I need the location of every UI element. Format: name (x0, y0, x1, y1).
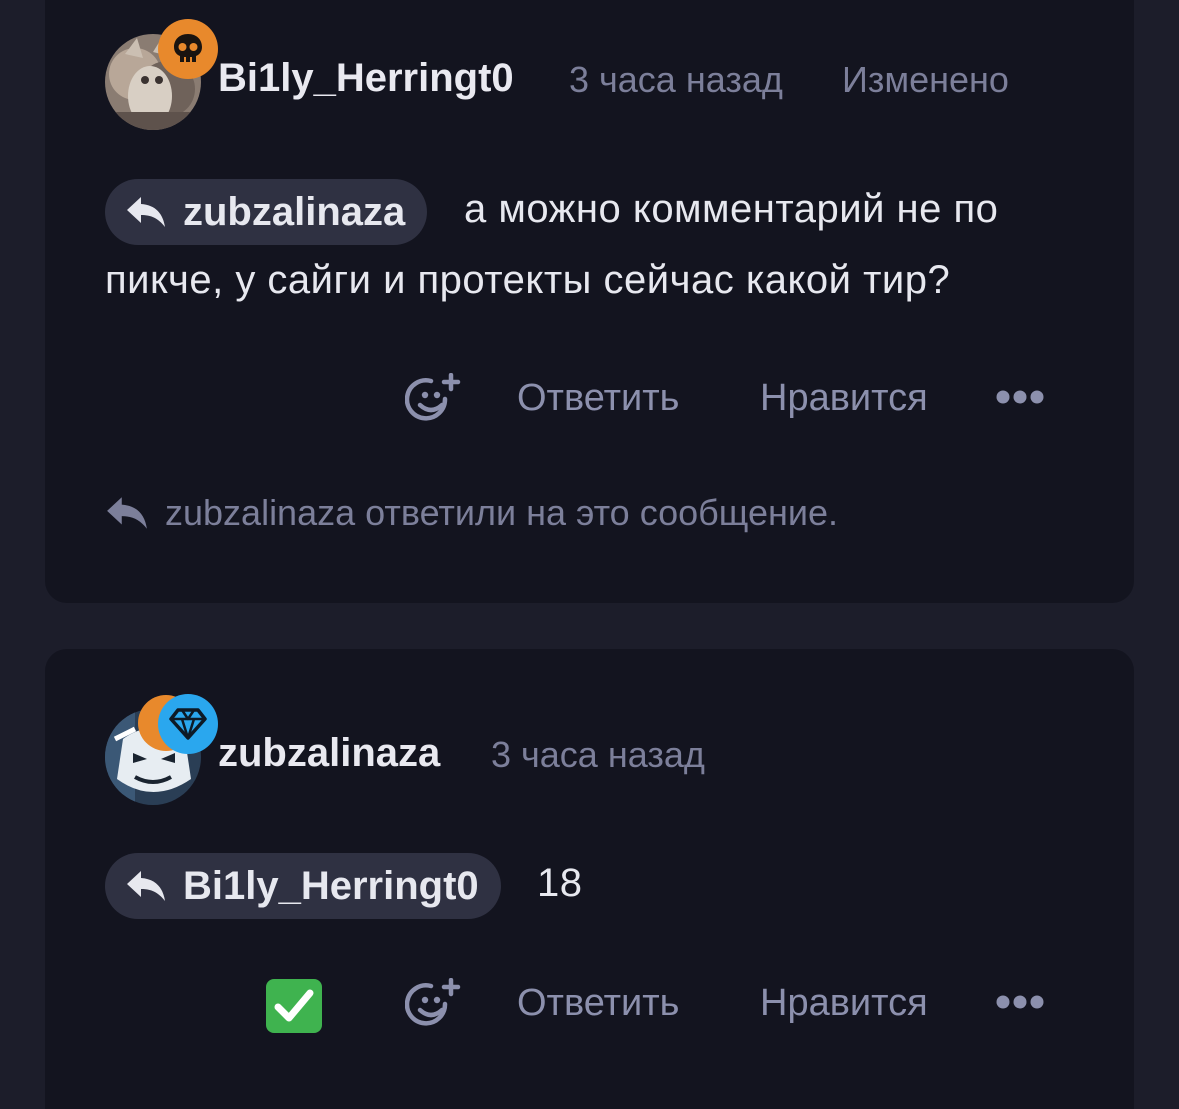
edited-label: Изменено (842, 59, 1009, 100)
reply-arrow-icon (127, 871, 165, 901)
like-button[interactable]: Нравится (760, 982, 928, 1025)
more-dots-icon[interactable] (996, 994, 1044, 1015)
more-dots-icon[interactable] (996, 389, 1044, 410)
comment-text-line: пикче, у сайги и протекты сейчас какой т… (105, 258, 951, 302)
reply-button[interactable]: Ответить (517, 377, 679, 420)
timestamp: 3 часа назад (491, 734, 705, 775)
reply-to-chip[interactable]: Bi1ly_Herringt0 (105, 853, 501, 919)
username[interactable]: Bi1ly_Herringt0 (218, 56, 514, 101)
reply-to-chip[interactable]: zubzalinaza (105, 179, 428, 245)
add-reaction-icon[interactable] (404, 977, 461, 1035)
comment-text-line: а можно комментарий не по (464, 187, 999, 231)
replies-note-text: zubzalinaza ответили на это сообщение. (165, 492, 839, 533)
reply-button[interactable]: Ответить (517, 982, 679, 1025)
check-mark-icon (266, 979, 322, 1033)
replies-note[interactable]: zubzalinaza ответили на это сообщение. (105, 492, 838, 534)
like-button[interactable]: Нравится (760, 377, 928, 420)
reply-arrow-icon (127, 197, 165, 227)
comment-text: 18 (537, 861, 583, 905)
add-reaction-icon[interactable] (404, 372, 461, 430)
diamond-icon (158, 694, 218, 754)
skull-icon (158, 19, 218, 79)
reply-to-username: zubzalinaza (183, 189, 406, 234)
username[interactable]: zubzalinaza (218, 731, 440, 776)
reply-to-username: Bi1ly_Herringt0 (183, 863, 479, 908)
timestamp: 3 часа назад (569, 59, 783, 100)
reply-arrow-icon (107, 497, 147, 529)
